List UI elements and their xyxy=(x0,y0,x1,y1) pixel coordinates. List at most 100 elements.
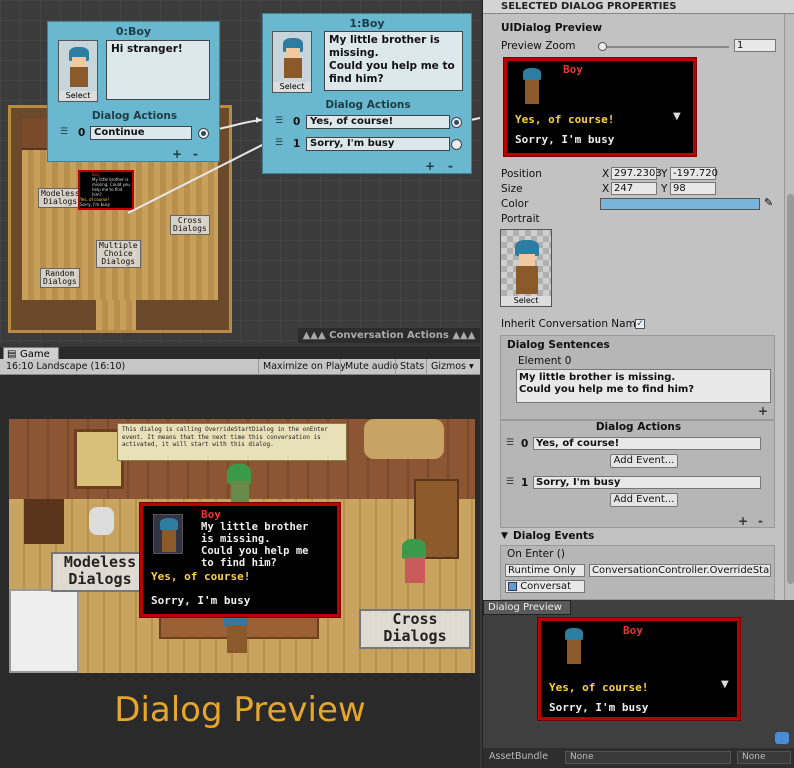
action-1-add-event-button[interactable]: Add Event... xyxy=(610,493,678,507)
aspect-dropdown[interactable]: 16:10 Landscape (16:10) xyxy=(2,359,129,375)
color-field[interactable] xyxy=(600,198,760,210)
tab-dialog-preview[interactable]: Dialog Preview xyxy=(483,600,571,615)
node-text-field[interactable]: My little brother is missing. Could you … xyxy=(324,31,463,91)
remove-action-button[interactable]: - xyxy=(193,147,198,161)
add-sentence-button[interactable]: + xyxy=(758,404,768,418)
dialog-preview-panel[interactable]: Dialog Preview Boy Yes, of course! Sorry… xyxy=(482,600,794,768)
position-y-label: Y xyxy=(661,168,668,180)
drag-handle-icon[interactable]: ☰ xyxy=(275,116,283,126)
node-editor[interactable]: Modeless Dialogs Cross Dialogs Multiple … xyxy=(0,0,480,343)
node-title[interactable]: 0:Boy xyxy=(48,22,219,42)
eyedropper-icon[interactable]: ✎ xyxy=(764,196,773,209)
dialog-option-2[interactable]: Sorry, I'm busy xyxy=(151,594,250,607)
inspector-scrollbar[interactable] xyxy=(784,14,794,600)
portrait-field[interactable]: Select xyxy=(500,229,552,307)
add-action-button[interactable]: + xyxy=(425,159,435,173)
node-text-field[interactable]: Hi stranger! xyxy=(106,40,210,100)
game-bed xyxy=(9,589,79,673)
maximize-on-play-toggle[interactable]: Maximize on Play xyxy=(258,359,350,375)
boy-sprite-face xyxy=(286,48,300,58)
action-1-label-field[interactable]: Sorry, I'm busy xyxy=(533,476,761,489)
color-label: Color xyxy=(501,198,529,210)
method-dropdown[interactable]: ConversationController.OverrideStartD xyxy=(589,564,771,577)
game-view[interactable]: ▤ Game 16:10 Landscape (16:10) Maximize … xyxy=(0,347,480,768)
boy-sprite-body xyxy=(567,640,581,664)
dialog-node-1[interactable]: 1:Boy Select My little brother is missin… xyxy=(262,13,472,174)
element-0-textarea[interactable]: My little brother is missing. Could you … xyxy=(516,369,771,403)
size-y-field[interactable]: 98 xyxy=(670,182,716,195)
action-connector-radio[interactable] xyxy=(451,139,462,150)
continue-arrow-icon: ▼ xyxy=(673,111,681,122)
remove-action-button[interactable]: - xyxy=(448,159,453,173)
preview-speaker-name: Boy xyxy=(623,624,643,637)
asset-bundle-dropdown[interactable]: None xyxy=(565,751,731,764)
position-x-field[interactable]: 297.2303 xyxy=(611,167,662,180)
dialog-actions-title: Dialog Actions xyxy=(595,421,682,433)
action-0-add-event-button[interactable]: Add Event... xyxy=(610,454,678,468)
node-portrait[interactable]: Select xyxy=(272,31,312,93)
action-label-field[interactable]: Sorry, I'm busy xyxy=(306,137,450,151)
node-portrait[interactable]: Select xyxy=(58,40,98,102)
game-bookshelf xyxy=(24,499,64,544)
add-action-button[interactable]: + xyxy=(738,514,748,528)
preview-zoom-field[interactable]: 1 xyxy=(734,39,776,52)
dialog-text: My little brother is missing. Could you … xyxy=(201,521,309,569)
preview-zoom-slider-knob[interactable] xyxy=(598,42,607,51)
remove-action-button[interactable]: - xyxy=(758,514,763,528)
action-row-1[interactable]: ☰ 1 Sorry, I'm busy xyxy=(263,137,473,152)
action-connector-radio[interactable] xyxy=(198,128,209,139)
game-dialog-box[interactable]: Boy My little brother is missing. Could … xyxy=(139,502,341,618)
preview-zoom-slider[interactable] xyxy=(601,46,729,48)
scrollbar-thumb[interactable] xyxy=(787,194,794,584)
continue-arrow-icon: ▼ xyxy=(721,679,729,690)
action-label-field[interactable]: Yes, of course! xyxy=(306,115,450,129)
position-label: Position xyxy=(501,168,542,180)
foldout-arrow-icon[interactable]: ▼ xyxy=(501,531,508,541)
portrait-select-button[interactable]: Select xyxy=(273,82,311,92)
drag-handle-icon[interactable]: ☰ xyxy=(506,438,514,448)
game-sacks xyxy=(364,419,444,459)
stats-toggle[interactable]: Stats xyxy=(395,359,428,375)
dialog-preview-caption: Dialog Preview xyxy=(114,690,366,730)
action-label-field[interactable]: Continue xyxy=(90,126,192,140)
portrait-select-button[interactable]: Select xyxy=(59,91,97,101)
drag-handle-icon[interactable]: ☰ xyxy=(60,127,68,137)
dialog-sentences-title: Dialog Sentences xyxy=(507,339,610,351)
mute-audio-toggle[interactable]: Mute audio xyxy=(340,359,402,375)
inspector-header: SELECTED DIALOG PROPERTIES xyxy=(483,0,794,14)
dialog-node-0[interactable]: 0:Boy Select Hi stranger! Dialog Actions… xyxy=(47,21,220,162)
dialog-speaker-name: Boy xyxy=(201,508,221,521)
dialog-option-1[interactable]: Yes, of course! xyxy=(151,570,250,583)
action-row-0[interactable]: ☰ 0 Continue xyxy=(48,126,221,141)
action-connector-radio[interactable] xyxy=(451,117,462,128)
game-screen[interactable]: This dialog is calling OverrideStartDial… xyxy=(9,419,475,673)
dialog-events-title[interactable]: Dialog Events xyxy=(513,530,594,542)
portrait-select-button[interactable]: Select xyxy=(501,296,551,306)
game-label-cross: Cross Dialogs xyxy=(359,609,471,649)
asset-variant-dropdown[interactable]: None xyxy=(737,751,791,764)
game-sheep xyxy=(89,507,114,535)
size-x-field[interactable]: 247 xyxy=(611,182,657,195)
boy-sprite-body xyxy=(525,80,539,104)
boy-sprite-hair xyxy=(160,518,178,530)
element-0-label: Element 0 xyxy=(518,355,572,367)
boy-sprite-body xyxy=(162,530,176,552)
inspector-panel[interactable]: SELECTED DIALOG PROPERTIES UIDialog Prev… xyxy=(482,0,794,600)
inspector-dialog-preview: Boy Yes, of course! Sorry, I'm busy ▼ xyxy=(503,57,697,157)
action-0-label-field[interactable]: Yes, of course! xyxy=(533,437,761,450)
action-row-0[interactable]: ☰ 0 Yes, of course! xyxy=(263,115,473,130)
tag-icon[interactable] xyxy=(775,732,789,744)
runtime-only-dropdown[interactable]: Runtime Only xyxy=(505,564,585,577)
preview-option-2: Sorry, I'm busy xyxy=(549,701,649,714)
on-enter-label: On Enter () xyxy=(507,548,565,560)
size-x-label: X xyxy=(602,183,610,195)
inherit-conversation-checkbox[interactable]: ✓ xyxy=(635,319,645,329)
gizmos-dropdown[interactable]: Gizmos ▾ xyxy=(426,359,478,375)
target-object-field[interactable]: Conversat xyxy=(505,580,585,593)
drag-handle-icon[interactable]: ☰ xyxy=(506,477,514,487)
conversation-actions-bar[interactable]: ▲▲▲ Conversation Actions ▲▲▲ xyxy=(298,328,480,343)
add-action-button[interactable]: + xyxy=(172,147,182,161)
position-y-field[interactable]: -197.720 xyxy=(670,167,718,180)
script-icon xyxy=(508,581,517,591)
drag-handle-icon[interactable]: ☰ xyxy=(275,138,283,148)
